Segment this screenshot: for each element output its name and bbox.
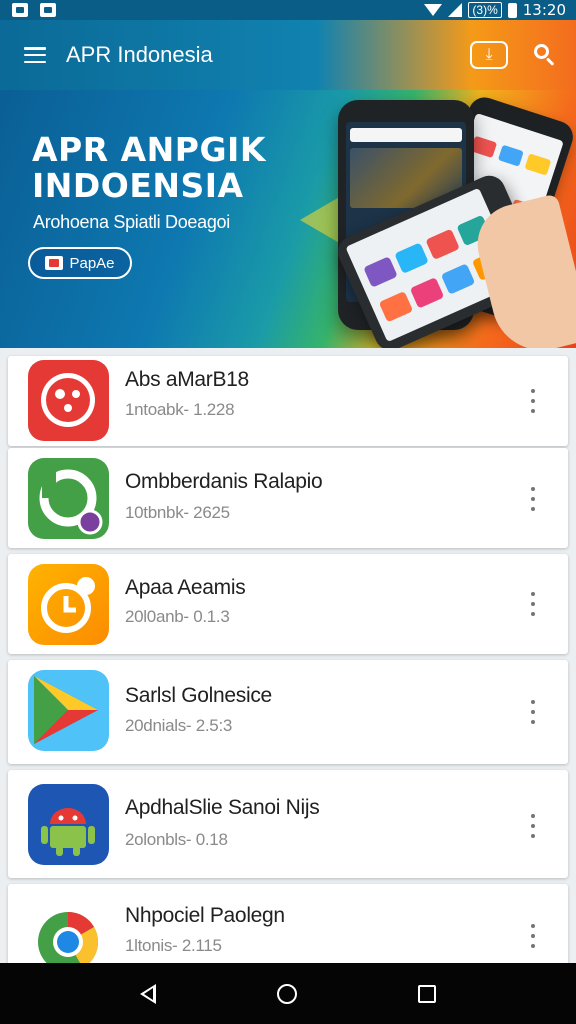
navigation-bar: [0, 963, 576, 1024]
gallery-notification-icon: [40, 3, 56, 17]
play-store-icon: [28, 670, 109, 751]
app-name: Ombberdanis Ralapio: [125, 470, 323, 493]
back-icon[interactable]: [140, 983, 157, 1004]
app-name: ApdhalSlie Sanoi Nijs: [125, 796, 320, 819]
list-item[interactable]: ApdhalSlie Sanoi Nijs 2olonbls- 0.18: [8, 770, 568, 878]
red-ladybug-app-icon: [28, 360, 109, 441]
green-chat-app-icon: [28, 458, 109, 539]
list-item[interactable]: Apaa Aeamis 20l0anb- 0.1.3: [8, 554, 568, 654]
battery-percent: (3)%: [468, 2, 502, 18]
recents-icon[interactable]: [417, 984, 436, 1003]
app-title: APR Indonesia: [66, 42, 213, 67]
more-options-icon[interactable]: [528, 814, 538, 838]
app-meta: 2olonbls- 0.18: [125, 830, 228, 849]
list-item[interactable]: Abs aMarB18 1ntoabk- 1.228: [8, 356, 568, 446]
more-options-icon[interactable]: [528, 592, 538, 616]
app-name: Sarlsl Golnesice: [125, 684, 272, 707]
android-robot-icon: [28, 784, 109, 865]
app-name: Nhpociel Paolegn: [125, 904, 285, 927]
banner-button-label: PapAe: [69, 254, 115, 272]
gallery-icon: [45, 256, 64, 270]
battery-icon: [507, 2, 517, 18]
home-icon[interactable]: [276, 983, 297, 1004]
banner-title: APR ANPGIK INDOENSIA: [32, 130, 266, 205]
list-item[interactable]: Ombberdanis Ralapio 10tbnbk- 2625: [8, 448, 568, 548]
menu-icon[interactable]: [24, 47, 46, 63]
signal-icon: [448, 3, 463, 17]
app-meta: 10tbnbk- 2625: [125, 503, 230, 522]
list-item[interactable]: Nhpociel Paolegn 1ltonis- 2.115: [8, 884, 568, 979]
promo-banner[interactable]: APR ANPGIK INDOENSIA Arohoena Spiatli Do…: [0, 90, 576, 348]
banner-subtitle: Arohoena Spiatli Doeagoi: [33, 212, 230, 232]
app-bar: APR Indonesia ⤓: [0, 20, 576, 90]
wifi-icon: [424, 4, 443, 16]
more-options-icon[interactable]: [528, 700, 538, 724]
list-item[interactable]: Sarlsl Golnesice 20dnials- 2.5:3: [8, 660, 568, 764]
app-meta: 1ltonis- 2.115: [125, 936, 222, 955]
banner-button[interactable]: PapAe: [28, 247, 132, 279]
search-icon[interactable]: [534, 44, 556, 66]
app-meta: 1ntoabk- 1.228: [125, 400, 235, 419]
more-options-icon[interactable]: [528, 487, 538, 511]
app-name: Abs aMarB18: [125, 368, 249, 391]
app-name: Apaa Aeamis: [125, 576, 246, 599]
status-bar: (3)% 13:20: [0, 0, 576, 20]
more-options-icon[interactable]: [528, 924, 538, 948]
install-icon[interactable]: ⤓: [470, 41, 508, 69]
orange-clock-app-icon: [28, 564, 109, 645]
app-meta: 20dnials- 2.5:3: [125, 716, 233, 735]
notification-icon: [12, 3, 28, 17]
more-options-icon[interactable]: [528, 389, 538, 413]
clock: 13:20: [522, 1, 566, 19]
app-meta: 20l0anb- 0.1.3: [125, 607, 230, 626]
